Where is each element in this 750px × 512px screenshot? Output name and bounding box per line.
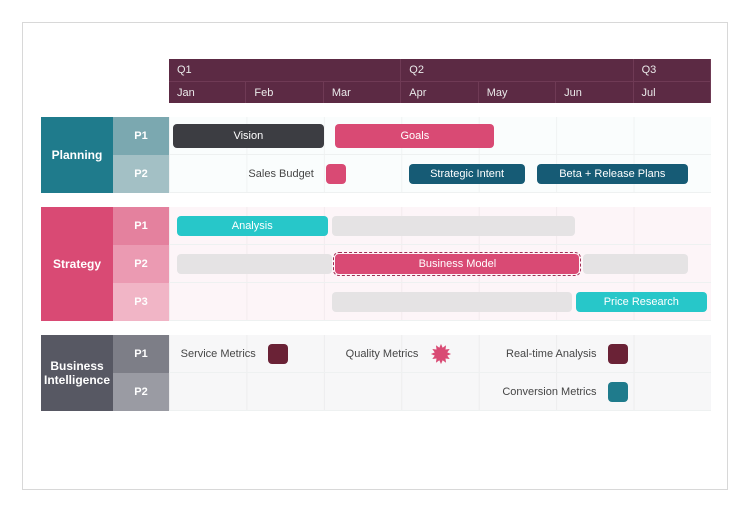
quarter-q2: Q2 (401, 59, 633, 81)
bar-placeholder (332, 216, 576, 236)
quarter-q1: Q1 (169, 59, 401, 81)
milestone-marker-icon[interactable] (608, 344, 628, 364)
row-label: P3 (113, 283, 169, 321)
milestone-label: Quality Metrics (346, 335, 419, 373)
row-label: P2 (113, 373, 169, 411)
milestone-label: Service Metrics (181, 335, 256, 373)
track: Conversion Metrics (169, 373, 711, 411)
track: Business Model (169, 245, 711, 283)
bar-placeholder (583, 254, 688, 274)
row-label: P2 (113, 155, 169, 193)
bar[interactable]: Beta + Release Plans (537, 164, 688, 184)
group-business-intelligence: Business IntelligenceP1 Service Metrics Qu… (41, 335, 711, 411)
track: Price Research (169, 283, 711, 321)
month-jan: Jan (169, 81, 246, 103)
row-label: P2 (113, 245, 169, 283)
milestone-label: Sales Budget (248, 155, 313, 193)
row: P3 Price Research (113, 283, 711, 321)
month-mar: Mar (324, 81, 401, 103)
group-label: Strategy (41, 207, 113, 321)
group-strategy: StrategyP1 Analysis P2 Business Model P3 Pric… (41, 207, 711, 321)
track: Sales Budget Strategic Intent Beta + Relea… (169, 155, 711, 193)
month-jul: Jul (634, 81, 711, 103)
group-label: Business Intelligence (41, 335, 113, 411)
quarter-header: Q1 Q2 Q3 (169, 59, 711, 81)
track: Analysis (169, 207, 711, 245)
row: P2 Conversion Metrics (113, 373, 711, 411)
row: P1Vision Goals (113, 117, 711, 155)
month-may: May (479, 81, 556, 103)
milestone-label: Real-time Analysis (506, 335, 596, 373)
month-jun: Jun (556, 81, 633, 103)
month-header: Jan Feb Mar Apr May Jun Jul (169, 81, 711, 103)
row-label: P1 (113, 117, 169, 155)
month-feb: Feb (246, 81, 323, 103)
group-label: Planning (41, 117, 113, 193)
bar[interactable]: Goals (335, 124, 494, 148)
bar-placeholder (332, 292, 572, 312)
bar[interactable]: Analysis (177, 216, 328, 236)
month-apr: Apr (401, 81, 478, 103)
track: Service Metrics Quality Metrics Real-time … (169, 335, 711, 373)
row-label: P1 (113, 335, 169, 373)
track: Vision Goals (169, 117, 711, 155)
milestone-label: Conversion Metrics (502, 373, 596, 411)
milestone-marker-icon[interactable] (326, 164, 346, 184)
milestone-marker-icon[interactable] (608, 382, 628, 402)
row: P2 Business Model (113, 245, 711, 283)
bar-placeholder (177, 254, 332, 274)
row: P1 Analysis (113, 207, 711, 245)
row: P2 Sales Budget Strategic Intent Beta + Rel… (113, 155, 711, 193)
row-label: P1 (113, 207, 169, 245)
bar[interactable]: Strategic Intent (409, 164, 525, 184)
bar[interactable]: Price Research (576, 292, 708, 312)
gantt-body: PlanningP1VisionGoalsP2Sales BudgetStrat… (41, 103, 711, 411)
burst-icon[interactable] (430, 343, 452, 365)
bar[interactable]: Vision (173, 124, 324, 148)
group-planning: PlanningP1Vision Goals P2 Sales Budget Strat… (41, 117, 711, 193)
gantt-chart: Q1 Q2 Q3 Jan Feb Mar Apr May Jun Jul Pla… (22, 22, 728, 490)
quarter-q3: Q3 (634, 59, 711, 81)
bar[interactable]: Business Model (335, 254, 579, 274)
row: P1 Service Metrics Quality Metrics Real-tim… (113, 335, 711, 373)
milestone-marker-icon[interactable] (268, 344, 288, 364)
